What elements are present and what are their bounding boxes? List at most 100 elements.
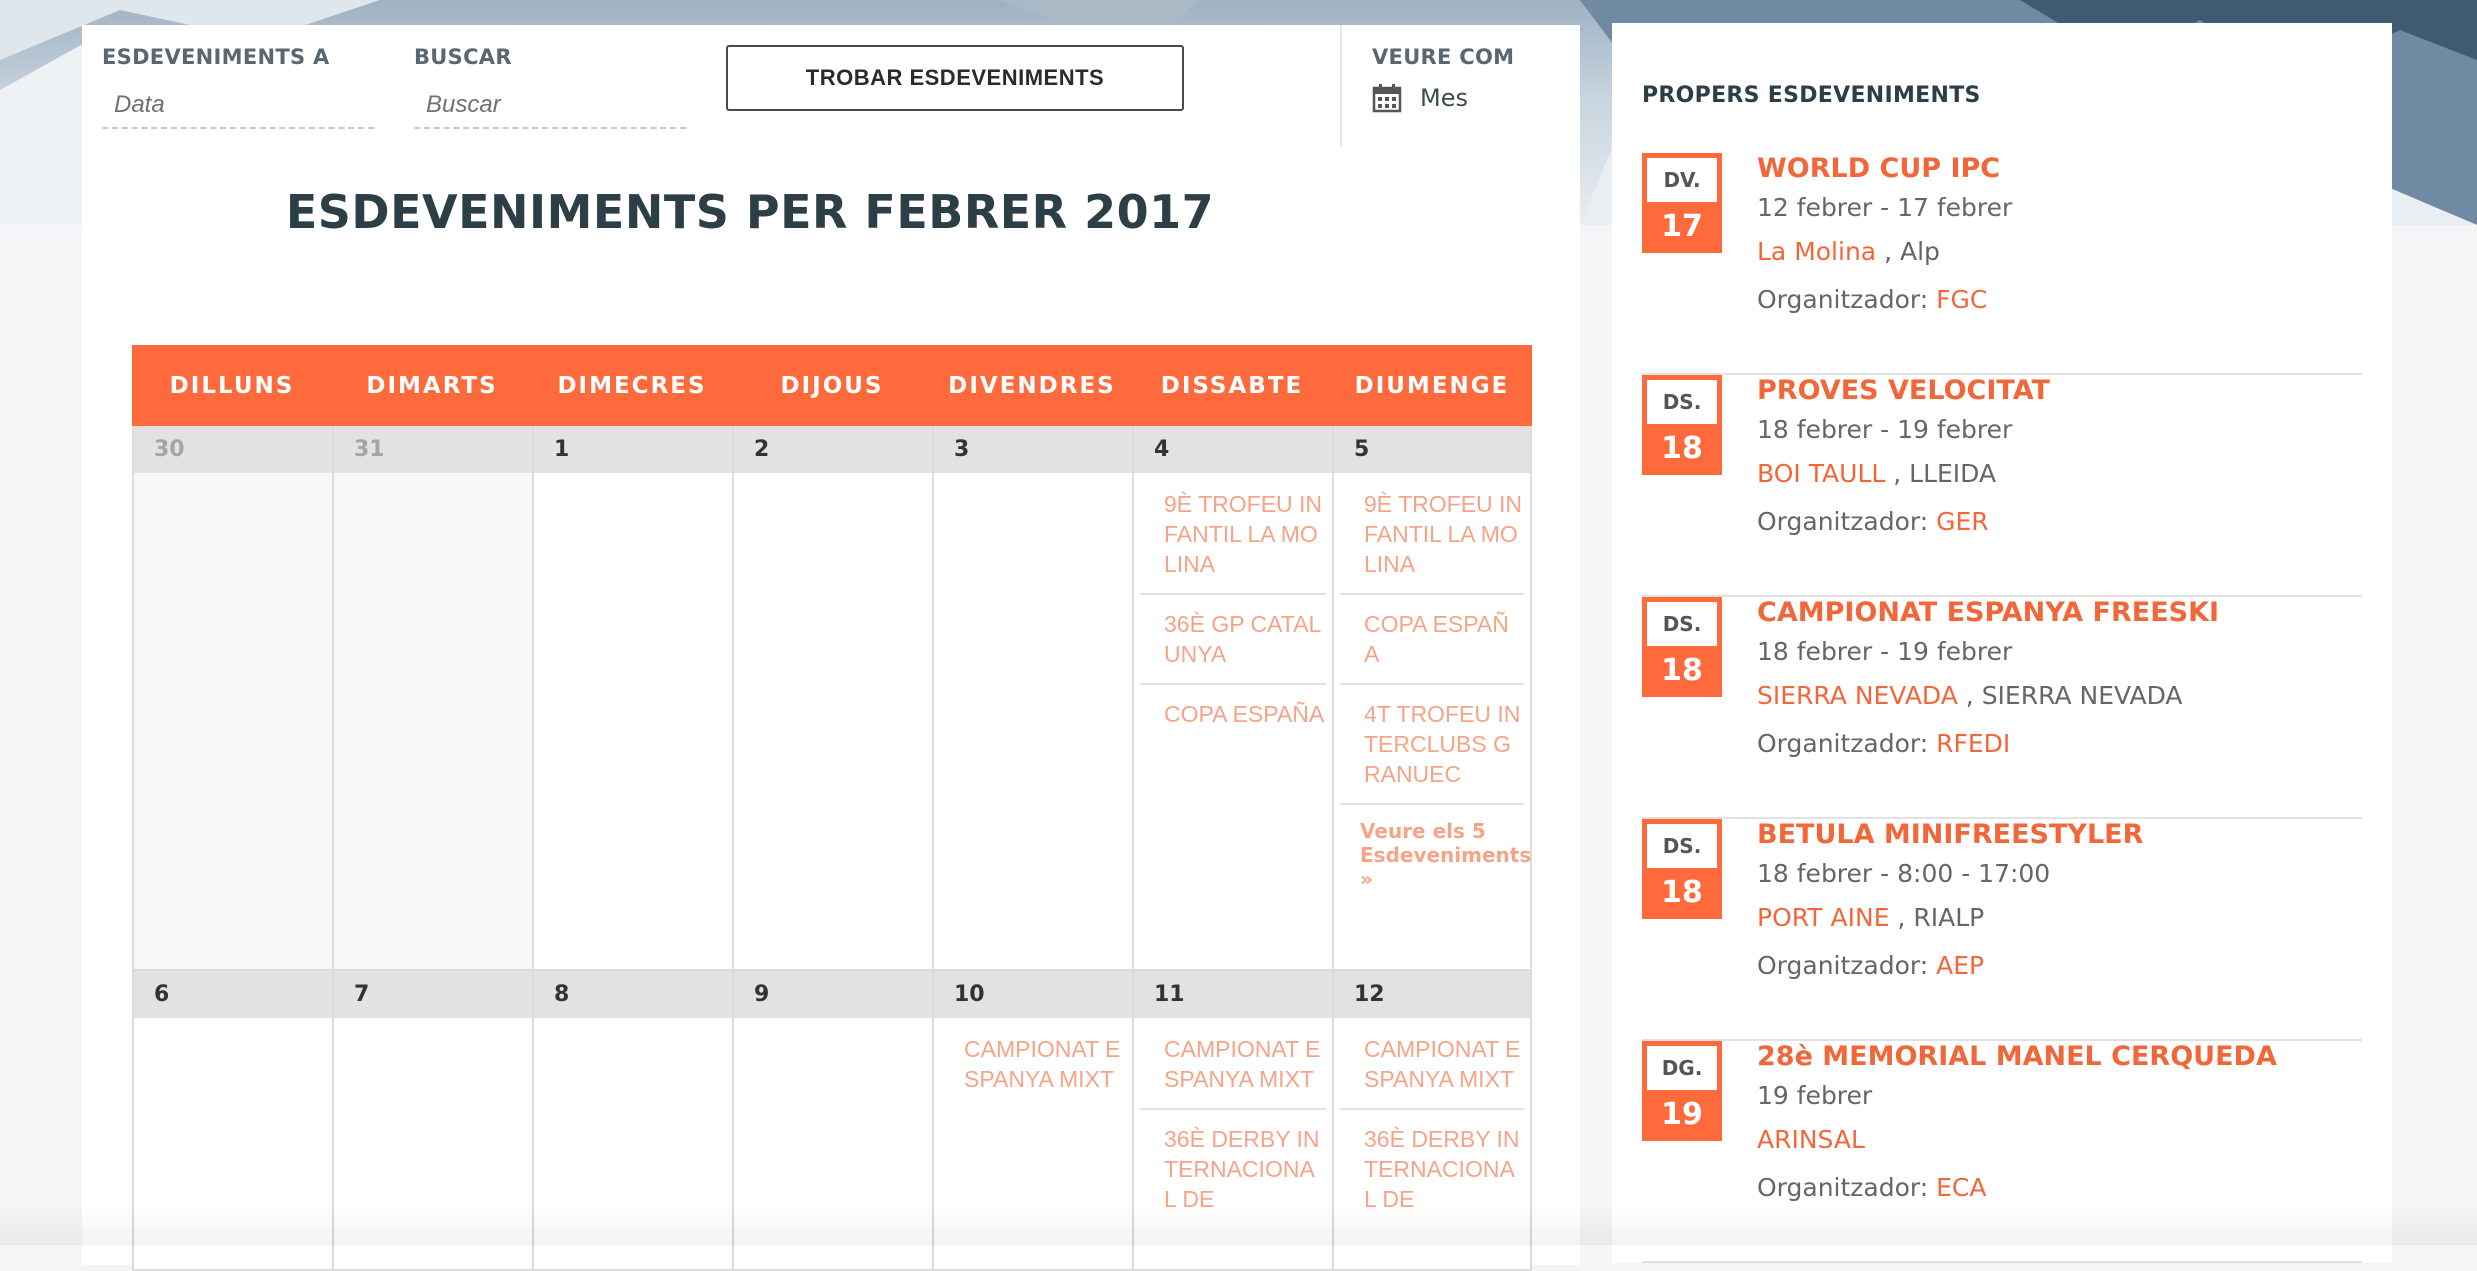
venue-link[interactable]: ARINSAL (1757, 1125, 1865, 1154)
organizer-link[interactable]: RFEDI (1936, 729, 2010, 758)
calendar-event-link[interactable]: 4t TROFEU INTERCLUBS GRANUEC (1340, 685, 1524, 805)
calendar-day-cell[interactable]: 5 9è TROFEU INFANTIL LA MOLINA COPA ESPA… (1332, 426, 1532, 971)
view-selector[interactable]: Mes (1372, 83, 1468, 113)
event-organizer: Organitzador: AEP (1757, 951, 1984, 980)
day-number: 30 (134, 426, 332, 473)
calendar-day-cell[interactable]: 11 CAMPIONAT ESPANYA MIXT 36è DERBY INTE… (1132, 971, 1332, 1271)
event-title-link[interactable]: BETULA MINIFREESTYLER (1757, 819, 2143, 850)
weekday-label: DIMARTS (366, 372, 498, 399)
event-venue: La Molina , Alp (1757, 237, 1940, 266)
day-number: 4 (1134, 426, 1332, 473)
organizer-label: Organitzador: (1757, 1173, 1929, 1202)
calendar-icon (1372, 84, 1402, 113)
organizer-label: Organitzador: (1757, 729, 1929, 758)
badge-day: 18 (1661, 653, 1703, 688)
see-more-events-link[interactable]: Veure els 5 Esdeveniments » (1340, 805, 1531, 891)
organizer-link[interactable]: FGC (1936, 285, 1987, 314)
day-number: 9 (734, 971, 932, 1018)
upcoming-events-sidebar: PROPERS ESDEVENIMENTS DV. 17 WORLD CUP I… (1612, 23, 2392, 1263)
day-number: 11 (1134, 971, 1332, 1018)
calendar-event-link[interactable]: COPA ESPAÑA (1140, 685, 1326, 743)
event-venue: SIERRA NEVADA , SIERRA NEVADA (1757, 681, 2183, 710)
calendar-event-link[interactable]: 36è DERBY INTERNACIONAL DE (1140, 1110, 1326, 1228)
venue-link[interactable]: SIERRA NEVADA (1757, 681, 1958, 710)
badge-day: 17 (1661, 209, 1703, 244)
venue-city: SIERRA NEVADA (1981, 681, 2183, 710)
day-number: 7 (334, 971, 532, 1018)
badge-weekday: DV. (1647, 158, 1717, 202)
weekday-label: DILLUNS (169, 372, 295, 399)
calendar-event-link[interactable]: CAMPIONAT ESPANYA MIXT (1340, 1018, 1524, 1110)
calendar-day-cell[interactable]: 6 (132, 971, 332, 1271)
event-date: 18 febrer - 19 febrer (1757, 415, 2013, 444)
venue-link[interactable]: La Molina (1757, 237, 1876, 266)
badge-weekday: DS. (1647, 602, 1717, 646)
event-date: 12 febrer - 17 febrer (1757, 193, 2013, 222)
calendar-event-link[interactable]: 9è TROFEU INFANTIL LA MOLINA (1140, 473, 1326, 595)
event-title-link[interactable]: CAMPIONAT ESPANYA FREESKI (1757, 597, 2219, 628)
date-badge: DV. 17 (1642, 153, 1722, 253)
calendar-event-link[interactable]: 9è TROFEU INFANTIL LA MOLINA (1340, 473, 1524, 595)
event-organizer: Organitzador: FGC (1757, 285, 1987, 314)
calendar-day-cell[interactable]: 10 CAMPIONAT ESPANYA MIXT (932, 971, 1132, 1271)
event-date: 18 febrer - 8:00 - 17:00 (1757, 859, 2051, 888)
view-as-label: VEURE COM (1372, 45, 1515, 69)
main-content-panel: ESDEVENIMENTS A BUSCAR TROBAR ESDEVENIME… (82, 25, 1580, 1271)
day-number: 5 (1334, 426, 1530, 473)
calendar-week-row: 30 31 1 2 3 4 9è TROFEU INFANTIL LA MOLI… (132, 426, 1532, 971)
event-date: 18 febrer - 19 febrer (1757, 637, 2013, 666)
event-title-link[interactable]: WORLD CUP IPC (1757, 153, 2000, 184)
weekday-label: DIUMENGE (1354, 372, 1510, 399)
badge-weekday: DS. (1647, 824, 1717, 868)
venue-city: LLEIDA (1909, 459, 1997, 488)
badge-day: 19 (1661, 1097, 1703, 1132)
find-events-button[interactable]: TROBAR ESDEVENIMENTS (726, 45, 1184, 111)
calendar-day-cell[interactable]: 7 (332, 971, 532, 1271)
upcoming-event-item: DS. 18 PROVES VELOCITAT 18 febrer - 19 f… (1642, 375, 2362, 597)
day-number: 10 (934, 971, 1132, 1018)
calendar-day-cell[interactable]: 30 (132, 426, 332, 971)
organizer-link[interactable]: AEP (1936, 951, 1984, 980)
sidebar-title: PROPERS ESDEVENIMENTS (1642, 83, 1981, 108)
calendar-event-link[interactable]: 36è GP CATALUNYA (1140, 595, 1326, 685)
organizer-link[interactable]: ECA (1936, 1173, 1986, 1202)
calendar-day-cell[interactable]: 31 (332, 426, 532, 971)
calendar-day-cell[interactable]: 12 CAMPIONAT ESPANYA MIXT 36è DERBY INTE… (1332, 971, 1532, 1271)
calendar-event-link[interactable]: COPA ESPAÑA (1340, 595, 1524, 685)
calendar-event-link[interactable]: CAMPIONAT ESPANYA MIXT (940, 1018, 1126, 1108)
date-input[interactable] (102, 83, 374, 129)
event-venue: BOI TAULL , LLEIDA (1757, 459, 1997, 488)
day-number: 3 (934, 426, 1132, 473)
day-number: 2 (734, 426, 932, 473)
venue-city: RIALP (1913, 903, 1985, 932)
weekday-label: DIVENDRES (948, 372, 1116, 399)
badge-day: 18 (1661, 431, 1703, 466)
event-venue: ARINSAL (1757, 1125, 1865, 1154)
calendar-day-cell[interactable]: 2 (732, 426, 932, 971)
day-number: 1 (534, 426, 732, 473)
badge-day: 18 (1661, 875, 1703, 910)
upcoming-event-item: DS. 18 CAMPIONAT ESPANYA FREESKI 18 febr… (1642, 597, 2362, 819)
date-badge: DS. 18 (1642, 597, 1722, 697)
search-input[interactable] (414, 83, 686, 129)
calendar-day-cell[interactable]: 1 (532, 426, 732, 971)
calendar-day-cell[interactable]: 8 (532, 971, 732, 1271)
view-value-text: Mes (1420, 84, 1468, 112)
weekday-label: DIJOUS (780, 372, 884, 399)
day-number: 6 (134, 971, 332, 1018)
event-title-link[interactable]: PROVES VELOCITAT (1757, 375, 2050, 406)
calendar-event-link[interactable]: 36è DERBY INTERNACIONAL DE (1340, 1110, 1524, 1228)
calendar-day-cell[interactable]: 9 (732, 971, 932, 1271)
upcoming-event-item: DV. 17 WORLD CUP IPC 12 febrer - 17 febr… (1642, 153, 2362, 375)
calendar-day-cell[interactable]: 3 (932, 426, 1132, 971)
venue-link[interactable]: PORT AINE (1757, 903, 1890, 932)
date-badge: DG. 19 (1642, 1041, 1722, 1141)
calendar-day-cell[interactable]: 4 9è TROFEU INFANTIL LA MOLINA 36è GP CA… (1132, 426, 1332, 971)
search-filter-label: BUSCAR (414, 45, 512, 69)
venue-link[interactable]: BOI TAULL (1757, 459, 1885, 488)
calendar-event-link[interactable]: CAMPIONAT ESPANYA MIXT (1140, 1018, 1326, 1110)
organizer-link[interactable]: GER (1936, 507, 1989, 536)
event-title-link[interactable]: 28è MEMORIAL MANEL CERQUEDA (1757, 1041, 2277, 1072)
event-organizer: Organitzador: RFEDI (1757, 729, 2010, 758)
month-title-text: ESDEVENIMENTS PER FEBRER 2017 (285, 185, 1215, 239)
